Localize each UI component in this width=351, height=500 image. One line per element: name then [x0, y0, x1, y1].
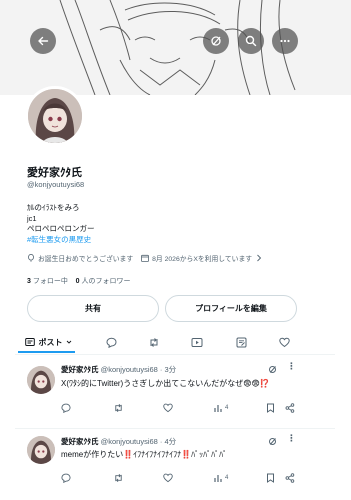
bio-line: ｶﾙのｲﾗｽﾄをみろ	[27, 203, 80, 212]
grok-icon[interactable]	[268, 365, 277, 374]
post-more-icon[interactable]: ⋮	[287, 433, 296, 444]
post-header: 愛好家ｸﾀ氏 @konjyoutuysi68 · 3分	[61, 364, 176, 375]
bio-hashtag-link[interactable]: #転生悪女の黒歴史	[27, 235, 95, 246]
balloon-icon	[28, 254, 34, 262]
share-button[interactable]: 共有	[27, 295, 159, 322]
like-button[interactable]	[163, 473, 173, 483]
post-avatar-image	[27, 366, 55, 394]
arrow-left-icon	[38, 36, 49, 46]
grok-icon	[211, 36, 221, 46]
post-avatar-image	[27, 436, 55, 464]
bookmark-icon	[267, 473, 274, 483]
birthday-text: お誕生日おめでとうございます	[38, 256, 134, 263]
post-more-icon[interactable]: ⋮	[287, 361, 296, 372]
profile-name: 愛好家ｸﾀ氏	[27, 167, 82, 179]
post-author-meta: @konjyoutuysi68 · 4分	[100, 437, 177, 446]
like-button[interactable]	[163, 403, 173, 413]
post-header: 愛好家ｸﾀ氏 @konjyoutuysi68 · 4分	[61, 436, 176, 447]
chevron-right-icon[interactable]	[256, 254, 262, 262]
repost-icon	[115, 404, 122, 412]
post-author-meta: @konjyoutuysi68 · 3分	[100, 365, 177, 374]
views-count: 4	[225, 475, 229, 481]
reply-icon	[105, 337, 117, 348]
reply-button[interactable]	[61, 473, 71, 483]
article-icon	[236, 337, 246, 347]
post-actions: 4	[61, 403, 301, 417]
search-icon	[245, 35, 257, 47]
bio-line: jc1	[27, 213, 37, 223]
video-icon	[191, 337, 203, 347]
post-actions: 4	[61, 473, 301, 487]
share-icon	[285, 473, 295, 483]
calendar-icon	[141, 254, 150, 262]
tab-posts-label: ポスト	[38, 337, 63, 347]
followers-count: 0	[75, 278, 80, 285]
reply-icon	[61, 403, 71, 413]
tab-media[interactable]	[186, 330, 208, 354]
repost-icon	[115, 474, 122, 482]
post-text: X(ﾜﾀｼ的にTwitter)うさぎしか出てこないんだがなぜ😨😨⁉️	[61, 379, 270, 388]
followers-label: 人のフォロワー	[81, 278, 131, 285]
bar-chart-icon	[214, 475, 222, 482]
reply-button[interactable]	[61, 403, 71, 413]
heart-icon	[278, 337, 290, 347]
edit-profile-label: プロフィールを編集	[195, 304, 267, 313]
grok-button[interactable]	[203, 28, 229, 54]
more-button[interactable]	[272, 28, 298, 54]
post-avatar[interactable]	[27, 366, 55, 394]
share-button-label: 共有	[85, 304, 101, 313]
repost-button[interactable]	[113, 473, 124, 483]
reply-icon	[61, 473, 71, 483]
tab-replies[interactable]	[100, 330, 122, 354]
bio-line: ペロペロペロンガー	[27, 224, 95, 233]
profile-avatar[interactable]	[25, 86, 85, 146]
bar-chart-icon	[214, 405, 222, 412]
divider	[15, 428, 335, 429]
grok-icon[interactable]	[268, 437, 277, 446]
active-tab-indicator	[18, 351, 75, 353]
bookmark-button[interactable]	[266, 473, 275, 483]
post-item[interactable]: 愛好家ｸﾀ氏 @konjyoutuysi68 · 3分 ⋮ X(ﾜﾀｼ的にTwi…	[0, 360, 351, 426]
heart-icon	[163, 403, 173, 413]
profile-handle: @konjyoutuysi68	[27, 180, 85, 189]
followers-link[interactable]: 0 人のフォロワー	[76, 278, 131, 285]
follow-stats: 3 フォロー中 0 人のフォロワー	[27, 276, 131, 286]
post-author-name[interactable]: 愛好家ｸﾀ氏	[61, 437, 99, 446]
heart-icon	[163, 473, 173, 483]
profile-meta: お誕生日おめでとうございます 8月 2026からXを利用しています	[27, 253, 265, 263]
following-link[interactable]: 3 フォロー中	[27, 278, 68, 285]
chevron-down-icon	[66, 340, 71, 344]
views-button[interactable]: 4	[213, 403, 228, 413]
following-count: 3	[27, 278, 31, 285]
post-text: memeが作りたい‼️ｲﾌﾅｲﾌﾅｲﾌﾅｲﾌﾅ‼️ﾊﾟｯﾊﾟﾊﾟﾊﾟ	[61, 450, 228, 459]
share-icon	[285, 403, 295, 413]
following-label: フォロー中	[32, 278, 68, 285]
joined-text: 8月 2026からXを利用しています	[152, 256, 253, 263]
repost-icon	[150, 337, 158, 347]
post-author-name[interactable]: 愛好家ｸﾀ氏	[61, 365, 99, 374]
share-post-button[interactable]	[285, 403, 295, 413]
edit-profile-button[interactable]: プロフィールを編集	[165, 295, 297, 322]
back-button[interactable]	[30, 28, 56, 54]
divider	[15, 354, 335, 355]
profile-bio: ｶﾙのｲﾗｽﾄをみろ jc1 ペロペロペロンガー #転生悪女の黒歴史	[27, 203, 95, 245]
share-post-button[interactable]	[285, 473, 295, 483]
posts-tab-icon	[24, 338, 35, 346]
post-item[interactable]: 愛好家ｸﾀ氏 @konjyoutuysi68 · 4分 ⋮ memeが作りたい‼…	[0, 432, 351, 500]
more-horizontal-icon	[280, 39, 290, 43]
avatar-image	[28, 89, 82, 143]
bookmark-button[interactable]	[266, 403, 275, 413]
bookmark-icon	[267, 403, 274, 413]
search-button[interactable]	[238, 28, 264, 54]
tab-likes[interactable]	[273, 330, 295, 354]
tab-articles[interactable]	[230, 330, 252, 354]
repost-button[interactable]	[113, 403, 124, 413]
views-button[interactable]: 4	[213, 473, 228, 483]
views-count: 4	[225, 405, 229, 411]
post-avatar[interactable]	[27, 436, 55, 464]
tab-reposts[interactable]	[143, 330, 165, 354]
